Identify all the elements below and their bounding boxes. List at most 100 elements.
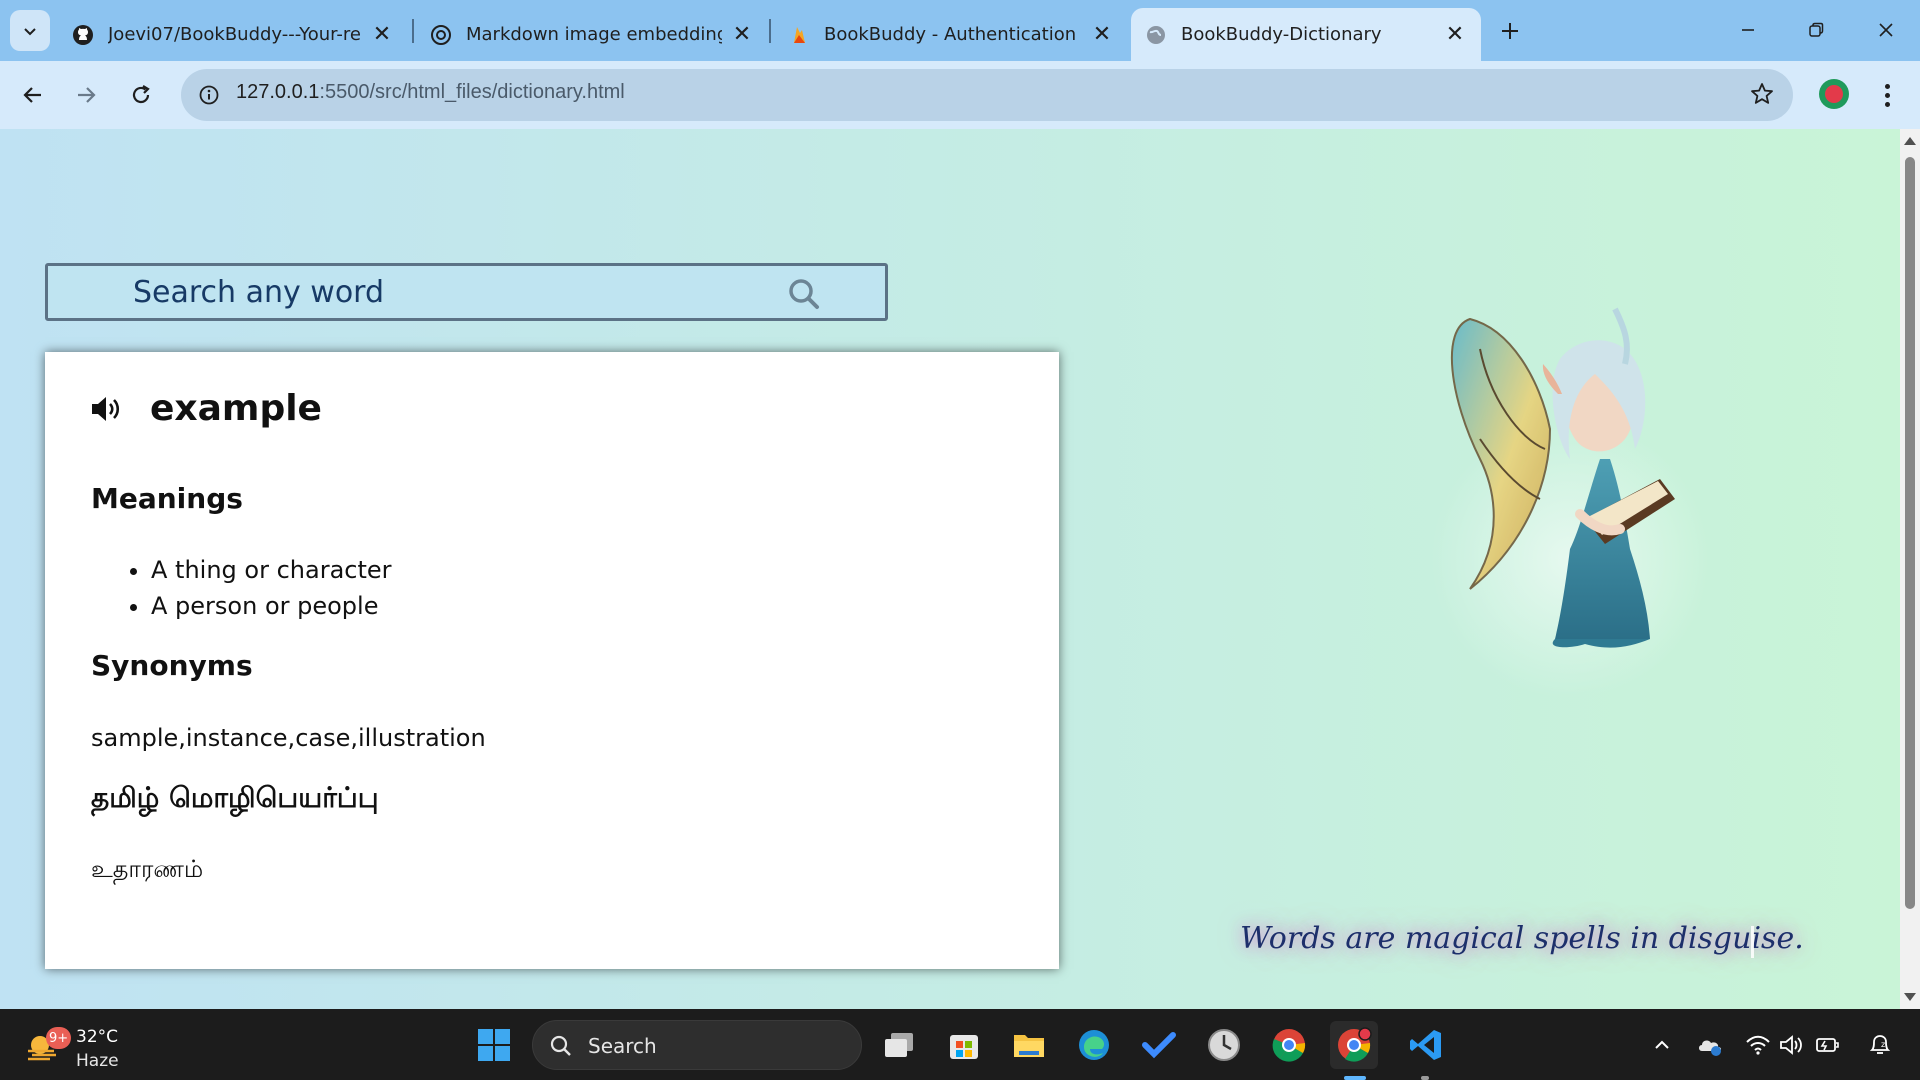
site-info-icon[interactable]	[193, 79, 225, 111]
reload-button[interactable]	[120, 74, 162, 116]
store-button[interactable]	[940, 1021, 988, 1069]
restore-button[interactable]	[1782, 0, 1850, 60]
open-app-indicator	[1421, 1076, 1429, 1080]
meanings-list: A thing or character A person or people	[151, 552, 392, 624]
cloud-icon	[1699, 1040, 1721, 1056]
close-window-button[interactable]	[1852, 0, 1920, 60]
battery-charging-icon	[1816, 1038, 1839, 1052]
close-icon	[1879, 23, 1893, 37]
temperature: 32°C	[76, 1027, 119, 1047]
url-host: 127.0.0.1	[236, 81, 320, 103]
bell-icon: z	[1869, 1035, 1891, 1054]
forward-button[interactable]	[65, 74, 107, 116]
chrome-icon	[1338, 1027, 1372, 1062]
tab-strip: Joevi07/BookBuddy---Your-reader ✕ Markdo…	[0, 0, 1920, 61]
word-title: example	[150, 388, 322, 429]
svg-text:z: z	[1881, 1040, 1885, 1049]
page-scrollbar[interactable]	[1900, 129, 1920, 1009]
close-tab-icon[interactable]: ✕	[1090, 22, 1114, 47]
url-text[interactable]: 127.0.0.1:5500/src/html_files/dictionary…	[236, 81, 625, 104]
tab-authentication[interactable]: BookBuddy - Authentication - F ✕	[774, 8, 1128, 61]
todo-button[interactable]	[1135, 1021, 1183, 1069]
search-button[interactable]	[784, 274, 824, 314]
tab-markdown[interactable]: Markdown image embedding ✕	[416, 8, 768, 61]
task-view-button[interactable]	[875, 1021, 923, 1069]
word-header: example	[90, 388, 322, 429]
checkmark-icon	[1142, 1032, 1176, 1059]
folder-icon	[1014, 1035, 1044, 1057]
active-app-indicator	[1344, 1076, 1366, 1080]
edge-button[interactable]	[1070, 1021, 1118, 1069]
clock-button[interactable]	[1200, 1021, 1248, 1069]
reload-icon	[132, 85, 150, 104]
close-tab-icon[interactable]: ✕	[1443, 22, 1467, 47]
tab-title: BookBuddy-Dictionary	[1181, 24, 1382, 45]
search-box	[45, 263, 888, 321]
onedrive-button[interactable]	[1696, 1031, 1724, 1059]
volume-button[interactable]	[1778, 1031, 1806, 1059]
weather-condition: Haze	[76, 1051, 119, 1071]
tab-title: Markdown image embedding	[466, 24, 722, 45]
meaning-item: A person or people	[151, 588, 392, 624]
scroll-up-icon[interactable]	[1904, 137, 1916, 145]
notifications-button[interactable]: z	[1866, 1031, 1894, 1059]
dictionary-page: example Meanings A thing or character A …	[0, 129, 1900, 1009]
synonyms-text: sample,instance,case,illustration	[91, 724, 486, 752]
taskbar-search[interactable]: Search	[532, 1020, 862, 1070]
wifi-button[interactable]	[1744, 1031, 1772, 1059]
plus-icon	[1502, 23, 1518, 39]
chevron-up-icon	[1655, 1040, 1669, 1049]
word-card: example Meanings A thing or character A …	[45, 352, 1059, 969]
tab-github[interactable]: Joevi07/BookBuddy---Your-reader ✕	[58, 8, 408, 61]
scroll-down-icon[interactable]	[1904, 993, 1916, 1001]
chrome-profile-button[interactable]	[1330, 1021, 1378, 1069]
restore-icon	[1809, 22, 1824, 37]
tab-title: BookBuddy - Authentication - F	[824, 24, 1082, 45]
tab-search-button[interactable]	[10, 10, 50, 51]
meanings-heading: Meanings	[91, 482, 243, 515]
minimize-button[interactable]	[1714, 0, 1782, 60]
search-input[interactable]	[133, 272, 773, 312]
minimize-icon	[1742, 29, 1754, 31]
file-explorer-button[interactable]	[1005, 1021, 1053, 1069]
search-icon	[789, 279, 819, 309]
tab-dictionary[interactable]: BookBuddy-Dictionary ✕	[1131, 8, 1481, 61]
chrome-icon	[1272, 1029, 1306, 1062]
profile-avatar[interactable]	[1819, 79, 1849, 109]
search-icon	[550, 1035, 571, 1056]
back-button[interactable]	[12, 74, 54, 116]
scrollbar-thumb[interactable]	[1905, 157, 1915, 909]
taskbar-search-label: Search	[588, 1034, 657, 1058]
clock-icon	[1208, 1029, 1240, 1061]
vscode-icon	[1410, 1030, 1441, 1060]
quote-text: Words are magical spells in disguise.	[1240, 921, 1804, 956]
meaning-item: A thing or character	[151, 552, 392, 588]
battery-button[interactable]	[1814, 1031, 1842, 1059]
github-icon	[72, 24, 94, 46]
vscode-button[interactable]	[1402, 1021, 1450, 1069]
show-hidden-icons-button[interactable]	[1648, 1031, 1676, 1059]
volume-icon	[1780, 1035, 1802, 1055]
weather-widget[interactable]: 9+ 32°C Haze	[24, 1019, 144, 1071]
arrow-left-icon	[23, 87, 41, 103]
store-icon	[950, 1035, 978, 1059]
start-button[interactable]	[470, 1021, 518, 1069]
chrome-button[interactable]	[1265, 1021, 1313, 1069]
close-tab-icon[interactable]: ✕	[370, 22, 394, 47]
taskbar: 9+ 32°C Haze Search z	[0, 1009, 1920, 1080]
wifi-icon	[1746, 1035, 1770, 1055]
browser-toolbar: 127.0.0.1:5500/src/html_files/dictionary…	[0, 61, 1920, 129]
fairy-reading-illustration	[1330, 289, 1750, 709]
tab-title: Joevi07/BookBuddy---Your-reader	[108, 24, 362, 45]
speaker-icon[interactable]	[90, 394, 124, 424]
browser-menu-button[interactable]	[1872, 77, 1902, 113]
address-bar[interactable]: 127.0.0.1:5500/src/html_files/dictionary…	[181, 69, 1793, 121]
close-tab-icon[interactable]: ✕	[730, 22, 754, 47]
windows-icon	[478, 1029, 510, 1061]
tamil-heading: தமிழ் மொழிபெயர்ப்பு	[91, 781, 379, 814]
new-tab-button[interactable]	[1494, 15, 1526, 47]
tab-divider	[412, 19, 414, 43]
bookmark-star-icon[interactable]	[1749, 81, 1775, 111]
url-path: :5500/src/html_files/dictionary.html	[319, 81, 625, 103]
globe-icon	[1145, 24, 1167, 46]
